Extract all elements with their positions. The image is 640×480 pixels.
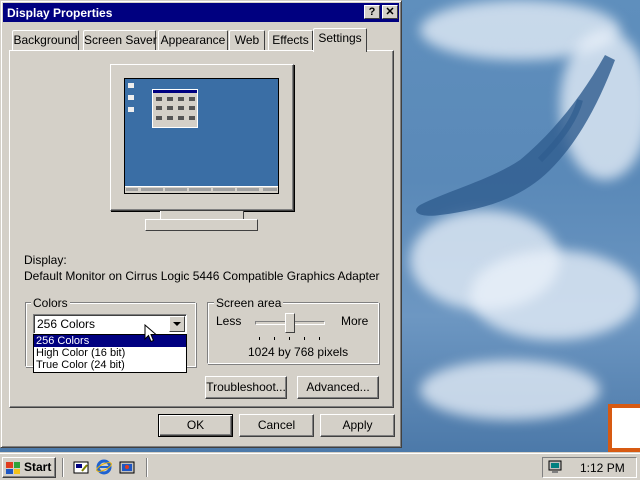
display-heading: Display: [24, 253, 67, 267]
mini-desktop-icon [128, 107, 134, 112]
tab-web[interactable]: Web [229, 30, 265, 50]
slider-tick [289, 337, 290, 340]
monitor-base [145, 219, 258, 231]
cancel-button[interactable]: Cancel [239, 414, 314, 437]
tab-settings[interactable]: Settings [313, 28, 367, 52]
advanced-button[interactable]: Advanced... [297, 376, 379, 399]
help-button[interactable]: ? [364, 5, 380, 19]
combobox-dropdown-button[interactable] [169, 316, 185, 332]
slider-tick [274, 337, 275, 340]
tab-background[interactable]: Background [12, 30, 79, 50]
slider-tick [259, 337, 260, 340]
colors-option[interactable]: High Color (16 bit) [34, 347, 186, 359]
start-button[interactable]: Start [2, 457, 56, 478]
monitor-screen [124, 78, 279, 194]
mini-taskbar [125, 186, 278, 193]
monitor-icon[interactable] [547, 460, 563, 475]
clock[interactable]: 1:12 PM [580, 461, 625, 475]
colors-option[interactable]: True Color (24 bit) [34, 359, 186, 371]
mini-desktop-icon [128, 83, 134, 88]
tab-appearance[interactable]: Appearance [158, 30, 228, 50]
screen-area-group-title: Screen area [214, 296, 284, 310]
monitor-neck [160, 211, 244, 219]
close-icon: ✕ [385, 6, 395, 18]
mouse-cursor-icon [144, 324, 158, 343]
tab-screen-saver[interactable]: Screen Saver [83, 30, 157, 50]
windows-logo-corner [608, 404, 640, 452]
colors-selected-value: 256 Colors [37, 317, 96, 331]
resolution-label: 1024 by 768 pixels [248, 345, 349, 359]
colors-option[interactable]: 256 Colors [34, 335, 186, 347]
screen-area-slider-thumb[interactable] [285, 313, 295, 333]
close-button[interactable]: ✕ [382, 5, 398, 19]
display-device: Default Monitor on Cirrus Logic 5446 Com… [24, 269, 380, 283]
slider-tick [304, 337, 305, 340]
ok-button[interactable]: OK [158, 414, 233, 437]
channels-icon[interactable] [119, 459, 135, 475]
titlebar[interactable]: Display Properties ? ✕ [3, 3, 399, 22]
troubleshoot-button[interactable]: Troubleshoot... [205, 376, 287, 399]
apply-button[interactable]: Apply [320, 414, 395, 437]
windows-logo-icon [6, 462, 20, 474]
taskbar-separator [146, 458, 148, 477]
window-title: Display Properties [7, 6, 113, 20]
internet-explorer-icon[interactable] [96, 459, 112, 475]
chevron-down-icon [173, 322, 181, 326]
mini-window [152, 89, 198, 128]
colors-combobox[interactable]: 256 Colors [33, 314, 187, 334]
show-desktop-icon[interactable] [73, 459, 89, 475]
taskbar-separator [62, 458, 64, 477]
cloud [420, 360, 600, 420]
slider-tick [319, 337, 320, 340]
mini-desktop-icon [128, 95, 134, 100]
taskbar: Start 1:12 PM [0, 452, 640, 480]
colors-group-title: Colors [31, 296, 70, 310]
slider-less-label: Less [216, 314, 242, 328]
tab-effects[interactable]: Effects [268, 30, 313, 50]
system-tray: 1:12 PM [542, 457, 637, 478]
start-label: Start [24, 460, 52, 474]
diver-silhouette [416, 55, 615, 216]
cloud [470, 250, 640, 340]
colors-dropdown-list: 256 Colors High Color (16 bit) True Colo… [33, 334, 187, 373]
slider-more-label: More [341, 314, 369, 328]
